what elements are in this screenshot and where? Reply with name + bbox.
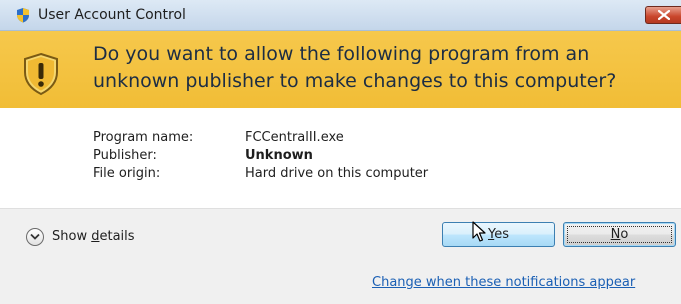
link-area: Change when these notifications appear xyxy=(0,266,681,304)
close-button[interactable] xyxy=(645,6,681,24)
show-details-label[interactable]: Show details xyxy=(52,229,135,244)
shield-icon xyxy=(24,52,58,96)
chevron-down-icon xyxy=(30,233,40,240)
dialog-footer: Show details Yes No xyxy=(0,208,681,267)
shield-icon xyxy=(17,8,29,23)
uac-dialog: User Account Control Do you want to allo… xyxy=(0,0,681,304)
prompt-message: Do you want to allow the following progr… xyxy=(93,43,617,92)
publisher-value: Unknown xyxy=(245,148,313,163)
mouse-cursor-icon xyxy=(472,221,486,242)
publisher-label: Publisher: xyxy=(93,148,157,163)
title-bar: User Account Control xyxy=(0,0,681,31)
focus-ring xyxy=(567,226,672,243)
no-button[interactable]: No xyxy=(563,222,676,247)
program-details: Program name: FCCentralII.exe Publisher:… xyxy=(0,108,681,208)
warning-banner: Do you want to allow the following progr… xyxy=(0,31,681,108)
expand-circle xyxy=(26,228,44,246)
window-title: User Account Control xyxy=(38,7,186,23)
file-origin-value: Hard drive on this computer xyxy=(245,166,429,181)
file-origin-label: File origin: xyxy=(93,166,161,181)
notification-settings-link[interactable]: Change when these notifications appear xyxy=(372,275,635,290)
yes-button[interactable]: Yes xyxy=(442,222,555,247)
program-name-value: FCCentralII.exe xyxy=(245,130,344,145)
program-name-label: Program name: xyxy=(93,130,194,145)
close-icon xyxy=(658,10,670,20)
